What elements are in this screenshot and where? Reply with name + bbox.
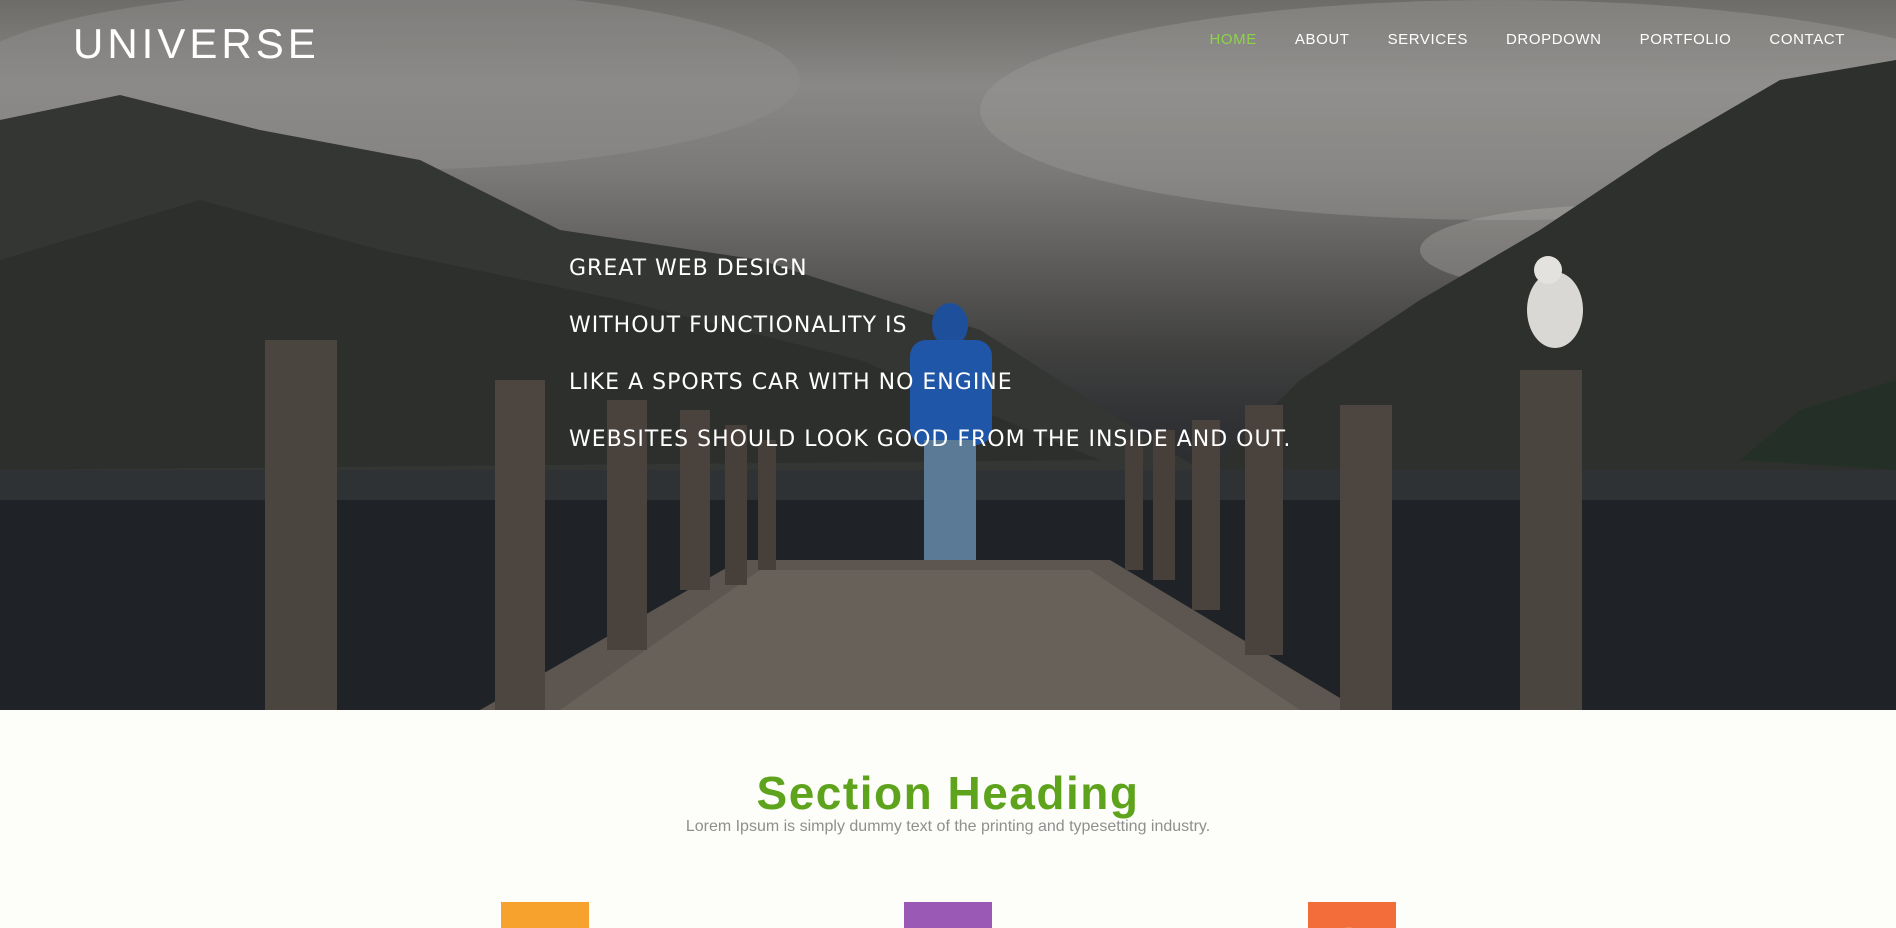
tagline-line-2: WITHOUT FUNCTIONALITY IS xyxy=(569,313,908,338)
section-heading: Section Heading xyxy=(756,767,1140,819)
section-subtitle: Lorem Ipsum is simply dummy text of the … xyxy=(685,818,1211,835)
nav-item-about[interactable]: ABOUT xyxy=(1295,31,1350,48)
nav-item-dropdown[interactable]: DROPDOWN xyxy=(1506,31,1602,48)
feature-icon-3: ↖ xyxy=(1308,902,1396,928)
arrow-icon: ↖ xyxy=(1341,922,1363,928)
tagline-line-1: GREAT WEB DESIGN xyxy=(569,256,808,281)
tagline-line-4: WEBSITES SHOULD LOOK GOOD FROM THE INSID… xyxy=(569,427,1292,452)
hero-banner: UNIVERSE HOME ABOUT SERVICES DROPDOWN PO… xyxy=(0,0,1896,710)
main-navigation: HOME ABOUT SERVICES DROPDOWN PORTFOLIO C… xyxy=(1209,31,1845,48)
feature-icon-1: ▭ xyxy=(501,902,589,928)
nav-item-contact[interactable]: CONTACT xyxy=(1769,31,1845,48)
document-icon: ▭ xyxy=(533,922,558,928)
feature-icon-2 xyxy=(904,902,992,928)
nav-item-services[interactable]: SERVICES xyxy=(1388,31,1468,48)
hero-tagline: GREAT WEB DESIGN WITHOUT FUNCTIONALITY I… xyxy=(569,240,1291,468)
nav-item-home[interactable]: HOME xyxy=(1209,31,1256,48)
nav-item-portfolio[interactable]: PORTFOLIO xyxy=(1640,31,1732,48)
site-logo[interactable]: UNIVERSE xyxy=(73,20,320,68)
tagline-line-3: LIKE A SPORTS CAR WITH NO ENGINE xyxy=(569,370,1013,395)
features-section: Section Heading Lorem Ipsum is simply du… xyxy=(0,710,1896,928)
